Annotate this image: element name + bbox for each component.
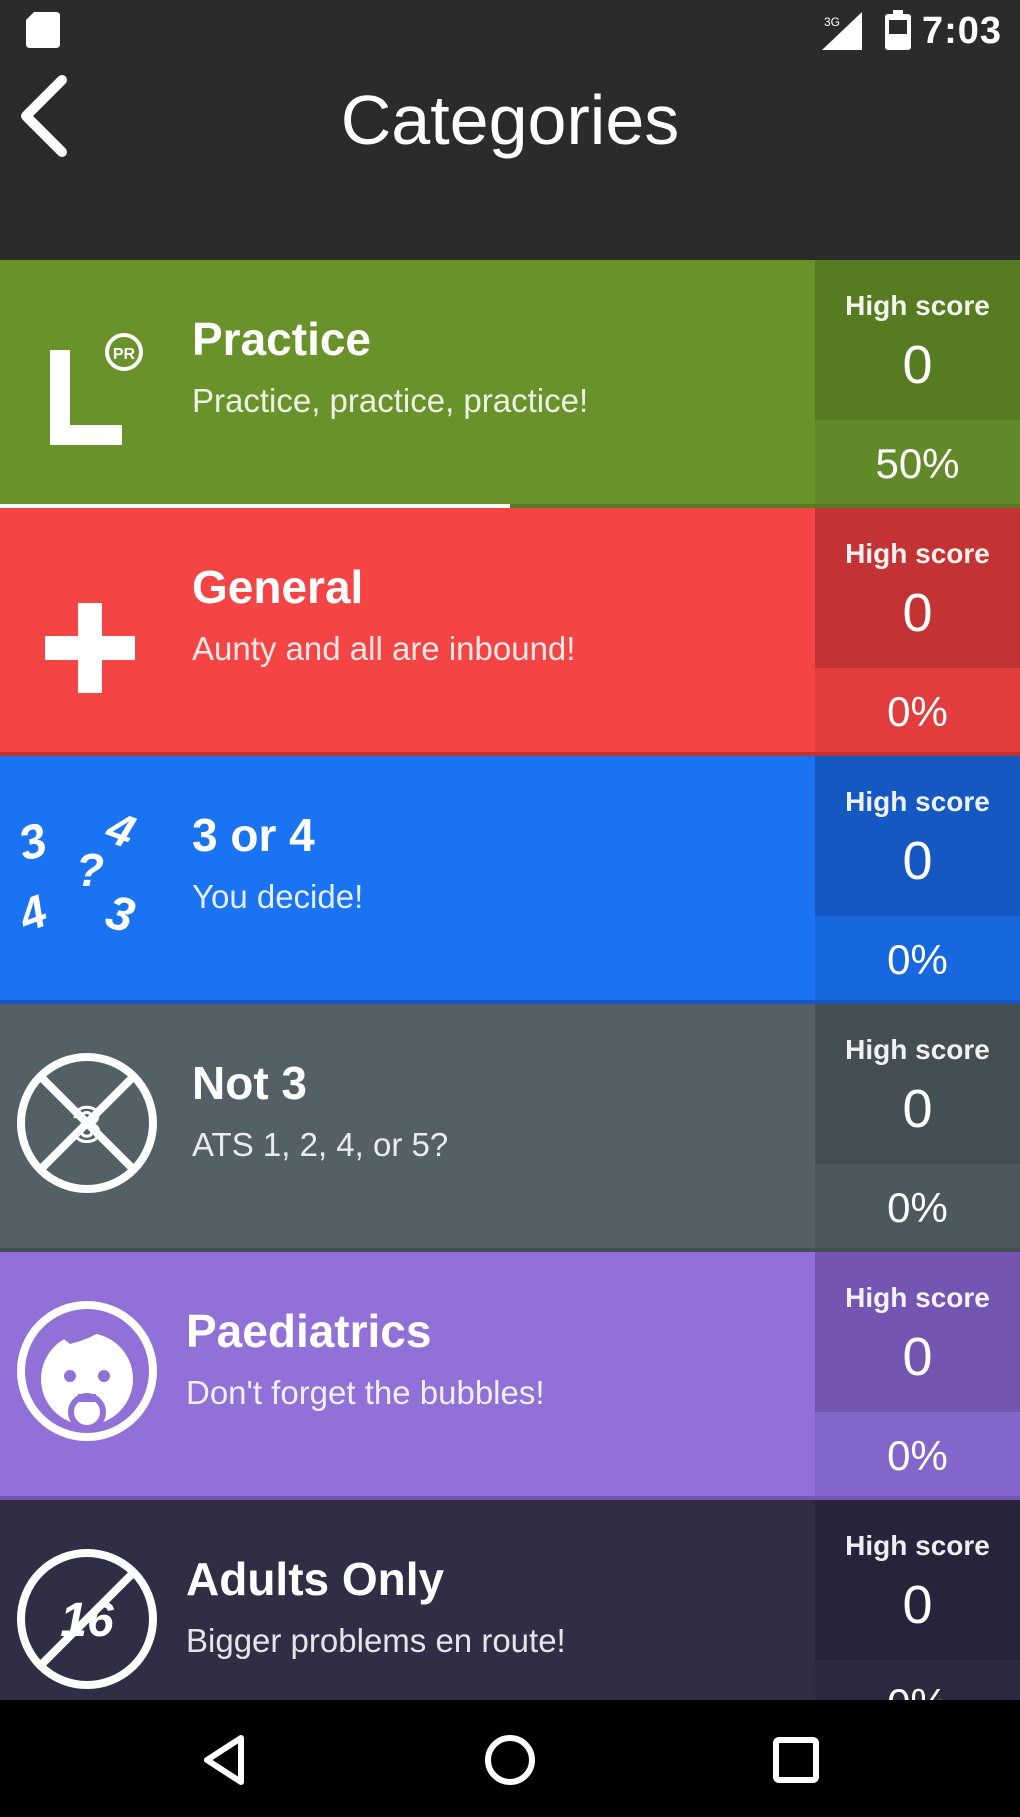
high-score-label: High score (845, 290, 990, 321)
svg-text:4: 4 (11, 884, 54, 936)
svg-text:?: ? (76, 844, 104, 896)
high-score-box: High score 0 (815, 1004, 1020, 1164)
svg-text:16: 16 (60, 1594, 114, 1647)
completion-percent: 0% (887, 936, 948, 983)
completion-percent: 0% (815, 1680, 1020, 1700)
high-score-label: High score (845, 538, 990, 569)
category-paediatrics[interactable]: Paediatrics Don't forget the bubbles! Hi… (0, 1252, 1020, 1500)
high-score-label: High score (845, 1530, 990, 1561)
category-name: Not 3 (192, 1057, 307, 1109)
high-score-label: High score (845, 1034, 990, 1065)
high-score-value: 0 (902, 1575, 933, 1635)
completion-box: 0% (815, 1164, 1020, 1248)
learner-plate-icon: PR (50, 333, 143, 445)
category-list: PR Practice Practice, practice, practice… (0, 256, 1020, 1700)
completion-percent: 0% (887, 688, 948, 735)
high-score-box: High score 0 (815, 508, 1020, 668)
svg-text:3: 3 (74, 1099, 101, 1152)
high-score-value: 0 (902, 583, 933, 643)
category-not-3[interactable]: 3 Not 3 ATS 1, 2, 4, or 5? High score 0 … (0, 1004, 1020, 1252)
category-name: 3 or 4 (192, 809, 315, 861)
completion-box: 50% (815, 420, 1020, 504)
page-title: Categories (340, 81, 680, 159)
nav-back-icon[interactable] (195, 1730, 255, 1790)
app-bar: Categories (0, 60, 1020, 256)
nav-home-icon[interactable] (480, 1730, 540, 1790)
battery-icon (885, 10, 911, 50)
category-practice[interactable]: PR Practice Practice, practice, practice… (0, 260, 1020, 514)
completion-box: 0% (815, 668, 1020, 752)
category-name: Paediatrics (186, 1305, 432, 1357)
completion-box: 0% (815, 1660, 1020, 1700)
category-general[interactable]: General Aunty and all are inbound! High … (0, 508, 1020, 756)
sd-card-icon (26, 12, 60, 48)
category-adults-only[interactable]: 16 Adults Only Bigger problems en route!… (0, 1500, 1020, 1700)
high-score-value: 0 (902, 1327, 933, 1387)
category-description: Practice, practice, practice! (192, 382, 589, 419)
category-description: You decide! (192, 878, 364, 915)
svg-text:3: 3 (13, 813, 53, 871)
high-score-box: High score 0 (815, 1500, 1020, 1660)
not-three-icon: 3 (17, 1053, 157, 1193)
category-name: General (192, 561, 364, 613)
completion-percent: 50% (875, 440, 960, 487)
svg-text:3G: 3G (824, 15, 840, 29)
category-name: Adults Only (186, 1553, 445, 1605)
category-description: Bigger problems en route! (186, 1622, 566, 1659)
high-score-box: High score 0 (815, 1252, 1020, 1412)
status-bar: 3G 7:03 (0, 0, 1020, 60)
high-score-value: 0 (902, 1079, 933, 1139)
completion-percent: 0% (887, 1184, 948, 1231)
high-score-value: 0 (902, 831, 933, 891)
svg-text:3: 3 (100, 886, 140, 936)
nav-recents-icon[interactable] (766, 1730, 826, 1790)
high-score-label: High score (845, 1282, 990, 1313)
medical-cross-icon (45, 603, 135, 693)
completion-percent: 0% (887, 1432, 948, 1479)
svg-text:4: 4 (99, 800, 142, 858)
category-description: Don't forget the bubbles! (186, 1374, 545, 1411)
high-score-value: 0 (902, 335, 933, 395)
high-score-label: High score (845, 786, 990, 817)
three-or-four-icon: 3 4 ? 4 3 (11, 800, 142, 936)
category-3-or-4[interactable]: 3 4 ? 4 3 3 or 4 You decide! High score … (0, 756, 1020, 1004)
category-name: Practice (192, 313, 372, 365)
high-score-box: High score 0 (815, 260, 1020, 420)
no-under-16-icon: 16 (17, 1549, 157, 1689)
category-description: Aunty and all are inbound! (192, 630, 576, 667)
completion-box: 0% (815, 916, 1020, 1000)
clock: 7:03 (921, 10, 1002, 52)
system-navigation-bar (0, 1700, 1020, 1817)
svg-text:PR: PR (113, 346, 136, 363)
high-score-box: High score 0 (815, 756, 1020, 916)
completion-box: 0% (815, 1412, 1020, 1496)
baby-icon (17, 1301, 157, 1441)
signal-icon: 3G (822, 12, 862, 50)
category-description: ATS 1, 2, 4, or 5? (192, 1126, 449, 1163)
